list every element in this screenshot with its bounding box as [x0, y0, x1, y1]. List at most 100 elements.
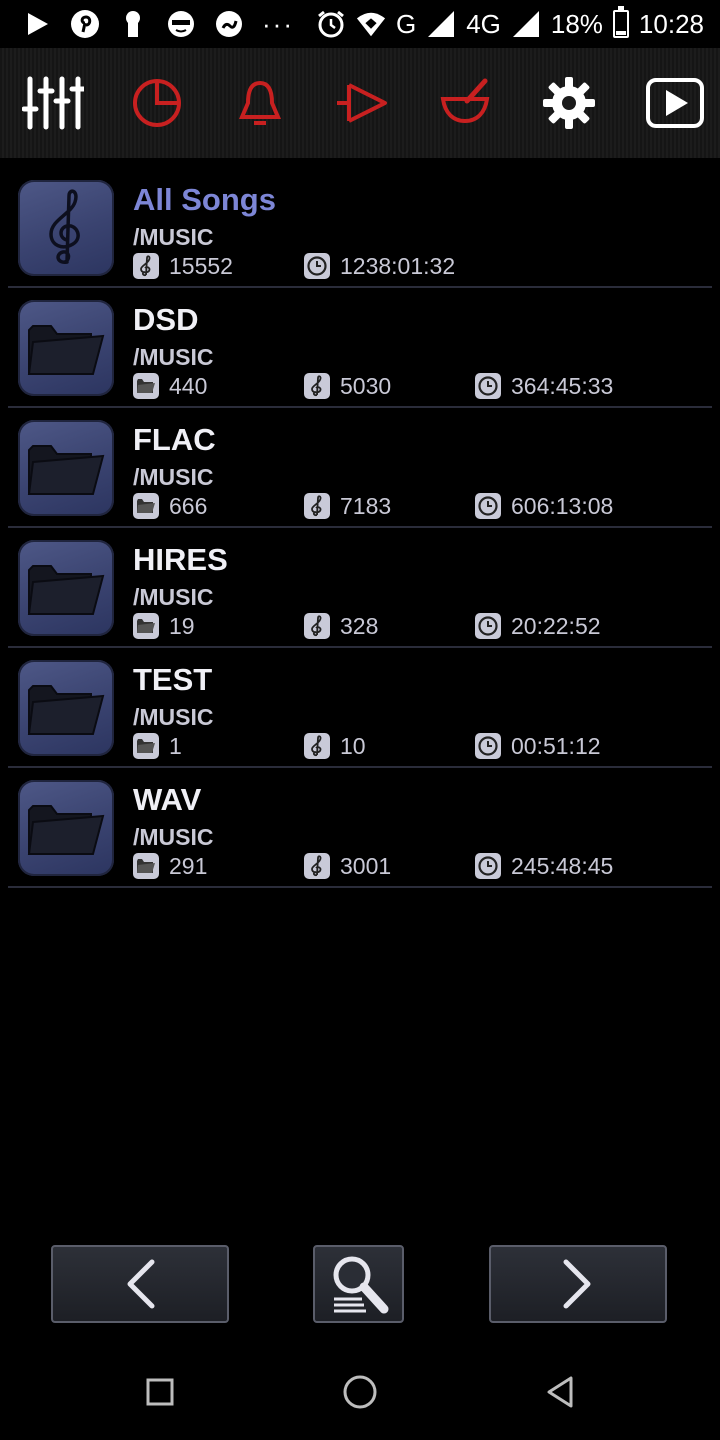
- song-count: 5030: [304, 372, 391, 400]
- mortar-pestle-icon: [440, 78, 490, 124]
- play-store-icon: [22, 9, 52, 39]
- top-toolbar: [0, 48, 720, 158]
- song-count-value: 5030: [340, 372, 392, 399]
- item-path: /MUSIC: [133, 224, 214, 250]
- equalizer-sliders-icon: [22, 76, 84, 130]
- output-button[interactable]: [328, 68, 398, 138]
- duration: 00:51:12: [475, 732, 601, 760]
- list-item[interactable]: FLAC /MUSIC 666 7183 606:13:08: [0, 408, 720, 528]
- list-item[interactable]: All Songs /MUSIC 15552 1238:01:32: [0, 168, 720, 288]
- bell-icon: [238, 80, 282, 125]
- folder-count-value: 666: [169, 492, 208, 519]
- folder-count: 291: [133, 852, 207, 880]
- treble-clef-icon: [304, 853, 330, 879]
- folder-count-value: 291: [169, 852, 208, 879]
- recents-button[interactable]: [136, 1368, 184, 1416]
- next-page-button[interactable]: [489, 1245, 667, 1323]
- folder-icon: [133, 733, 159, 759]
- alarm-bell-button[interactable]: [225, 68, 295, 138]
- network-type-4g: 4G: [466, 8, 501, 39]
- folder-icon: [27, 445, 105, 495]
- clock: 10:28: [638, 8, 704, 39]
- notification-icons: ···: [22, 6, 294, 42]
- network-type-g: G: [395, 8, 417, 39]
- duration: 364:45:33: [475, 372, 613, 400]
- previous-page-button[interactable]: [51, 1245, 229, 1323]
- search-button[interactable]: [313, 1245, 404, 1323]
- song-count-value: 3001: [340, 852, 392, 879]
- list-item[interactable]: TEST /MUSIC 1 10 00:51:12: [0, 648, 720, 768]
- list-item[interactable]: WAV /MUSIC 291 3001 245:48:45: [0, 768, 720, 888]
- duration: 245:48:45: [475, 852, 613, 880]
- folder-icon: [133, 853, 159, 879]
- treble-clef-icon: [304, 373, 330, 399]
- folder-thumbnail: [18, 660, 114, 756]
- treble-clef-icon: [304, 493, 330, 519]
- chevron-left-icon: [127, 1259, 155, 1309]
- folder-thumbnail: [18, 780, 114, 876]
- duration: 606:13:08: [475, 492, 613, 520]
- chevron-right-icon: [563, 1259, 591, 1309]
- folder-icon: [133, 373, 159, 399]
- battery-percent: 18%: [550, 8, 603, 39]
- item-title: All Songs: [133, 182, 276, 217]
- list-item[interactable]: DSD /MUSIC 440 5030 364:45:33: [0, 288, 720, 408]
- duration-value: 1238:01:32: [340, 252, 456, 279]
- alarm-icon: [316, 9, 346, 39]
- wifi-icon: [356, 9, 386, 39]
- clock-icon: [304, 253, 330, 279]
- folder-thumbnail: [18, 300, 114, 396]
- pinterest-icon: [70, 9, 100, 39]
- item-title: WAV: [133, 782, 202, 817]
- circle-icon: [343, 1375, 377, 1409]
- folder-count-value: 19: [169, 612, 195, 639]
- folder-icon: [133, 493, 159, 519]
- more-dots-icon: ···: [262, 8, 294, 39]
- duration-value: 606:13:08: [511, 492, 614, 519]
- home-button[interactable]: [336, 1368, 384, 1416]
- duration: 20:22:52: [475, 612, 601, 640]
- item-title: TEST: [133, 662, 213, 697]
- folder-thumbnail: [18, 540, 114, 636]
- system-status: G 4G 18% 10:28: [316, 6, 704, 42]
- folder-count: 1: [133, 732, 182, 760]
- song-count: 7183: [304, 492, 391, 520]
- settings-button[interactable]: [534, 68, 604, 138]
- duration-value: 245:48:45: [511, 852, 614, 879]
- song-count: 15552: [133, 252, 233, 280]
- pie-chart-icon: [133, 79, 181, 127]
- effects-button[interactable]: [430, 68, 500, 138]
- song-count: 328: [304, 612, 378, 640]
- folder-icon: [133, 613, 159, 639]
- statistics-button[interactable]: [122, 68, 192, 138]
- item-title: HIRES: [133, 542, 228, 577]
- treble-clef-thumbnail: [18, 180, 114, 276]
- status-bar: ··· G 4G 18% 10:28: [0, 0, 720, 48]
- folder-icon: [27, 805, 105, 855]
- treble-clef-icon: [133, 253, 159, 279]
- battery-icon: [612, 6, 629, 38]
- equalizer-button[interactable]: [18, 68, 88, 138]
- divider: [8, 886, 712, 888]
- song-count-value: 15552: [169, 252, 233, 279]
- back-button[interactable]: [536, 1368, 584, 1416]
- mask-icon: [166, 9, 196, 39]
- signal-icon: [426, 9, 456, 39]
- item-path: /MUSIC: [133, 464, 214, 490]
- item-title: DSD: [133, 302, 199, 337]
- lte-signal-icon: [511, 9, 541, 39]
- folder-thumbnail: [18, 420, 114, 516]
- clock-icon: [475, 853, 501, 879]
- now-playing-button[interactable]: [640, 68, 710, 138]
- folder-icon: [27, 325, 105, 375]
- gear-icon: [543, 77, 595, 129]
- item-path: /MUSIC: [133, 584, 214, 610]
- triangle-back-icon: [547, 1376, 573, 1408]
- item-path: /MUSIC: [133, 704, 214, 730]
- list-item[interactable]: HIRES /MUSIC 19 328 20:22:52: [0, 528, 720, 648]
- duration-value: 20:22:52: [511, 612, 601, 639]
- song-count-value: 328: [340, 612, 379, 639]
- song-count: 3001: [304, 852, 391, 880]
- system-nav-bar: [0, 1344, 720, 1440]
- clock-icon: [475, 733, 501, 759]
